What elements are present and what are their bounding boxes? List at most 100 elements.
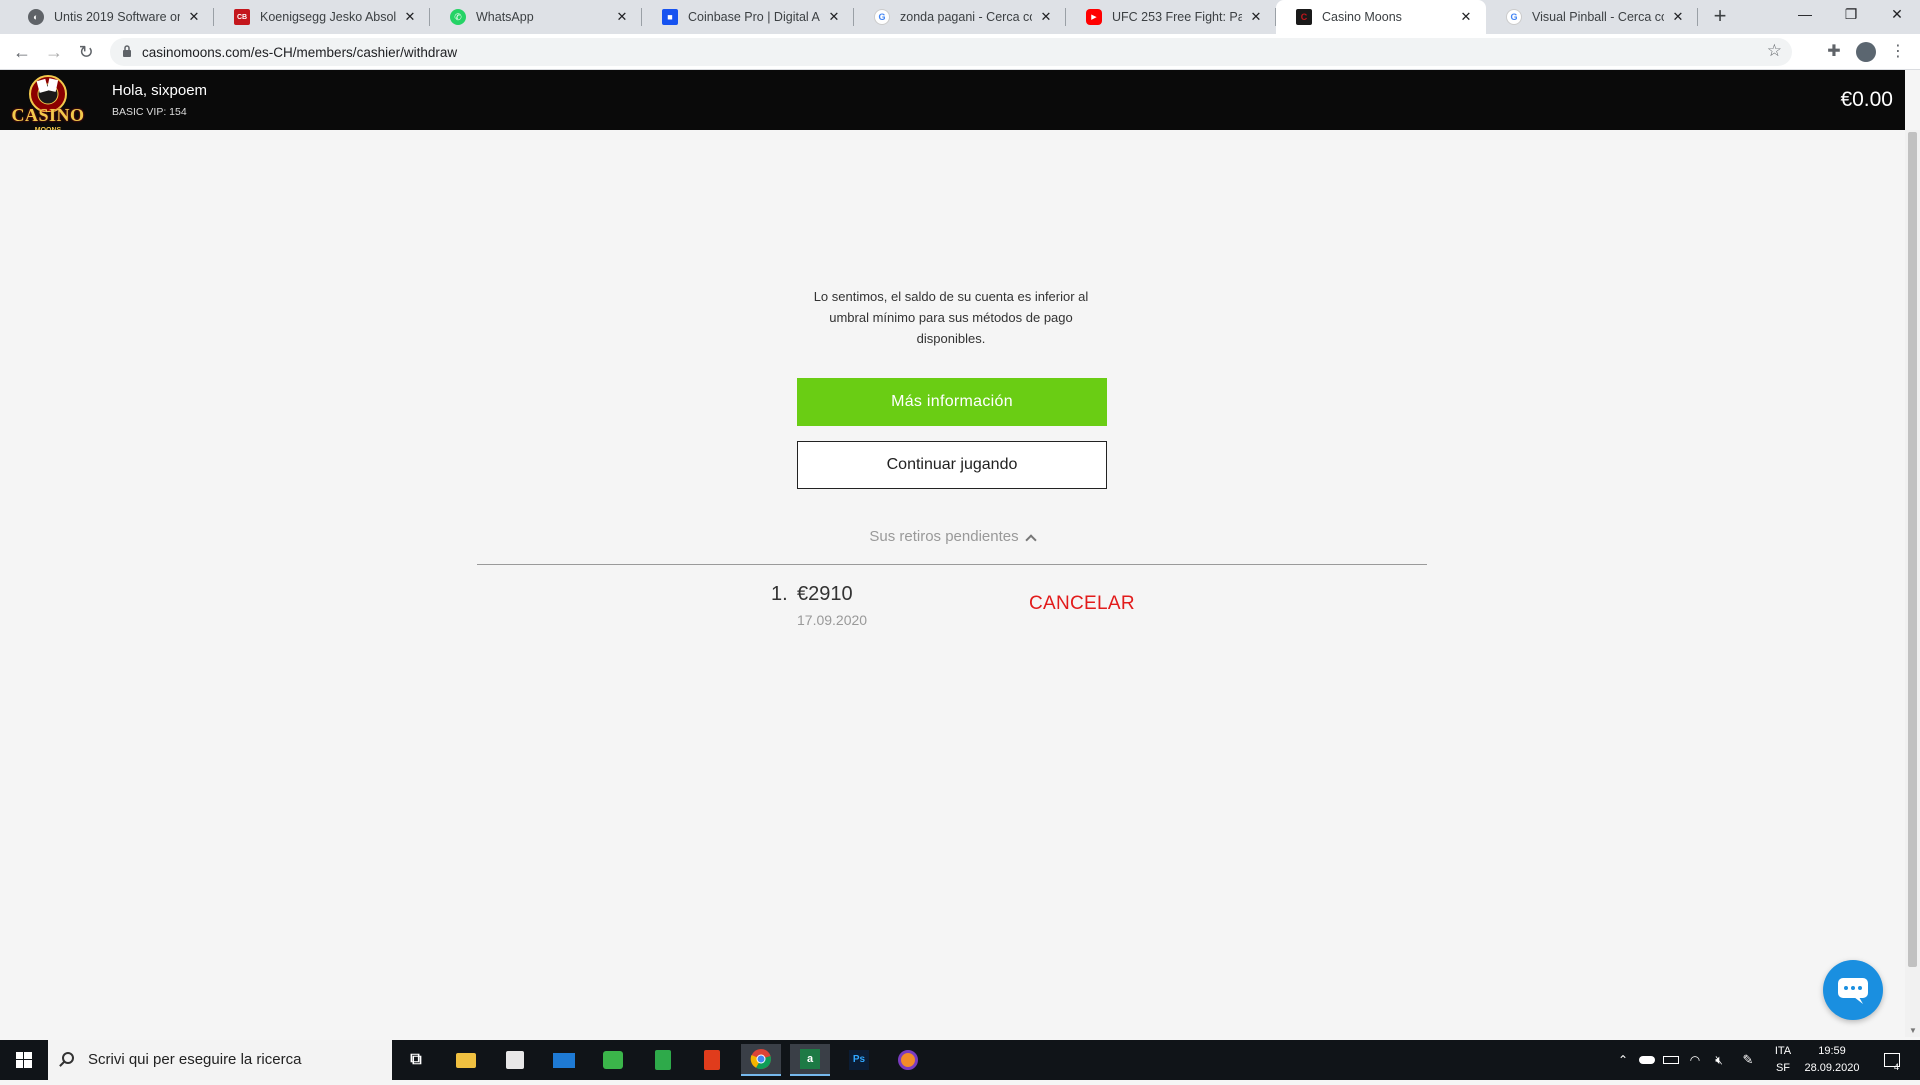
chrome-logo-icon: [750, 1049, 771, 1070]
back-arrow-icon[interactable]: ←: [10, 40, 34, 64]
volume-muted-icon[interactable]: 🔇︎: [1708, 1040, 1730, 1080]
clock-time: 19:59: [1818, 1045, 1846, 1057]
tab-title: Casino Moons: [1322, 10, 1402, 24]
browser-tab[interactable]: ◐ Untis 2019 Software orario ✕: [8, 0, 214, 34]
pending-withdrawals-toggle[interactable]: Sus retiros pendientes: [780, 528, 1124, 546]
notification-center-icon[interactable]: 4: [1872, 1040, 1912, 1080]
language-code: ITA: [1774, 1045, 1792, 1057]
browser-tab[interactable]: ■ Coinbase Pro | Digital Asset ✕: [642, 0, 854, 34]
url-text: casinomoons.com/es-CH/members/cashier/wi…: [142, 45, 458, 60]
mail-icon[interactable]: [544, 1044, 584, 1076]
minimize-window-button[interactable]: —: [1782, 0, 1828, 30]
close-tab-icon[interactable]: ✕: [614, 9, 630, 25]
tab-title: Koenigsegg Jesko Absolut: l: [260, 10, 396, 24]
withdrawal-date: 17.09.2020: [797, 612, 868, 628]
cancel-withdrawal-button[interactable]: CANCELAR: [1029, 593, 1135, 615]
start-button[interactable]: [0, 1040, 48, 1080]
address-bar[interactable]: casinomoons.com/es-CH/members/cashier/wi…: [110, 38, 1792, 66]
show-hidden-icons-chevron-icon[interactable]: ⌃: [1614, 1040, 1632, 1080]
kebab-menu-icon[interactable]: ⋮: [1886, 40, 1910, 64]
casino-moons-icon: C: [1296, 9, 1312, 25]
close-tab-icon[interactable]: ✕: [1038, 9, 1054, 25]
live-chat-button[interactable]: [1823, 960, 1883, 1020]
scrollbar-thumb[interactable]: [1908, 132, 1917, 967]
withdrawal-index: 1.: [771, 583, 788, 605]
taskbar-search-box[interactable]: Scrivi qui per eseguire la ricerca: [48, 1040, 392, 1080]
casino-moons-logo[interactable]: CASINO MOONS: [8, 72, 88, 134]
continue-playing-button[interactable]: Continuar jugando: [797, 441, 1107, 489]
chrome-icon[interactable]: [741, 1044, 781, 1076]
browser-tab[interactable]: ▶ UFC 253 Free Fight: Paulo C ✕: [1066, 0, 1276, 34]
cb-icon: CB: [234, 9, 250, 25]
chevron-up-icon: [1024, 534, 1037, 546]
close-window-button[interactable]: ✕: [1874, 0, 1920, 30]
file-explorer-icon[interactable]: [446, 1044, 486, 1076]
notification-count: 4: [1894, 1062, 1900, 1072]
tab-title: Coinbase Pro | Digital Asset: [688, 10, 820, 24]
windows-logo-icon: [16, 1052, 32, 1068]
close-tab-icon[interactable]: ✕: [402, 9, 418, 25]
language-sub: SF: [1775, 1062, 1791, 1074]
reload-icon[interactable]: ↻: [74, 40, 98, 64]
more-info-button[interactable]: Más información: [797, 378, 1107, 426]
system-clock[interactable]: 19:59 28.09.2020: [1800, 1043, 1864, 1077]
clock-date: 28.09.2020: [1804, 1062, 1860, 1074]
browser-tab-active[interactable]: C Casino Moons ✕: [1276, 0, 1486, 34]
google-icon: G: [874, 9, 890, 25]
close-tab-icon[interactable]: ✕: [186, 9, 202, 25]
browser-tab[interactable]: G Visual Pinball - Cerca con G ✕: [1486, 0, 1698, 34]
page-scrollbar[interactable]: ▼: [1905, 130, 1920, 1037]
close-tab-icon[interactable]: ✕: [1248, 9, 1264, 25]
account-balance[interactable]: €0.00: [1840, 88, 1893, 112]
excel-icon[interactable]: a: [790, 1044, 830, 1076]
onedrive-cloud-icon[interactable]: [1636, 1040, 1658, 1080]
bookmark-star-icon[interactable]: ☆: [1767, 41, 1782, 61]
tab-title: UFC 253 Free Fight: Paulo C: [1112, 10, 1242, 24]
whatsapp-icon: ✆: [450, 9, 466, 25]
insufficient-balance-message: Lo sentimos, el saldo de su cuenta es in…: [813, 289, 1089, 346]
pen-workspace-icon[interactable]: ✎: [1736, 1040, 1760, 1080]
chat-icon: [1838, 978, 1868, 1004]
close-tab-icon[interactable]: ✕: [1670, 9, 1686, 25]
lock-icon: [123, 45, 131, 57]
tab-title: WhatsApp: [476, 10, 534, 24]
tab-title: zonda pagani - Cerca con G: [900, 10, 1032, 24]
browser-tab-strip: ◐ Untis 2019 Software orario ✕ CB Koenig…: [0, 0, 1920, 34]
pending-withdrawals-label: Sus retiros pendientes: [869, 528, 1019, 545]
tab-title: Visual Pinball - Cerca con G: [1532, 10, 1664, 24]
notes-icon[interactable]: [643, 1044, 683, 1076]
maps-icon[interactable]: [593, 1044, 633, 1076]
user-greeting: Hola, sixpoem: [112, 82, 208, 99]
globe-icon: ◐: [28, 9, 44, 25]
restore-window-button[interactable]: ❐: [1828, 0, 1874, 30]
store-icon[interactable]: [495, 1044, 535, 1076]
close-tab-icon[interactable]: ✕: [826, 9, 842, 25]
browser-toolbar: ← → ↻ casinomoons.com/es-CH/members/cash…: [0, 34, 1920, 70]
site-header: CASINO MOONS Hola, sixpoem BASIC VIP: 15…: [0, 70, 1905, 134]
extensions-puzzle-icon[interactable]: ✚: [1822, 40, 1846, 64]
browser-tab[interactable]: CB Koenigsegg Jesko Absolut: l ✕: [214, 0, 430, 34]
close-tab-icon[interactable]: ✕: [1458, 9, 1474, 25]
tab-title: Untis 2019 Software orario: [54, 10, 180, 24]
logo-text: CASINO: [11, 105, 85, 125]
windows-taskbar: Scrivi qui per eseguire la ricerca ⧉ a P…: [0, 1040, 1920, 1080]
office-icon[interactable]: [692, 1044, 732, 1076]
scroll-down-arrow-icon[interactable]: ▼: [1909, 1026, 1917, 1035]
coinbase-icon: ■: [662, 9, 678, 25]
brave-icon[interactable]: [888, 1044, 928, 1076]
wifi-icon[interactable]: ◠: [1684, 1040, 1706, 1080]
new-tab-button[interactable]: +: [1708, 5, 1732, 29]
battery-icon[interactable]: [1660, 1040, 1682, 1080]
search-placeholder: Scrivi qui per eseguire la ricerca: [88, 1051, 302, 1068]
withdraw-page: Lo sentimos, el saldo de su cuenta es in…: [0, 130, 1905, 1037]
browser-tab[interactable]: G zonda pagani - Cerca con G ✕: [854, 0, 1066, 34]
task-view-icon[interactable]: ⧉: [396, 1044, 436, 1076]
search-icon: [62, 1052, 74, 1064]
vip-level: BASIC VIP: 154: [112, 106, 187, 118]
photoshop-icon[interactable]: Ps: [839, 1044, 879, 1076]
youtube-icon: ▶: [1086, 9, 1102, 25]
browser-tab[interactable]: ✆ WhatsApp ✕: [430, 0, 642, 34]
forward-arrow-icon[interactable]: →: [42, 40, 66, 64]
profile-avatar[interactable]: [1856, 42, 1876, 62]
input-language[interactable]: ITA SF: [1768, 1043, 1798, 1077]
